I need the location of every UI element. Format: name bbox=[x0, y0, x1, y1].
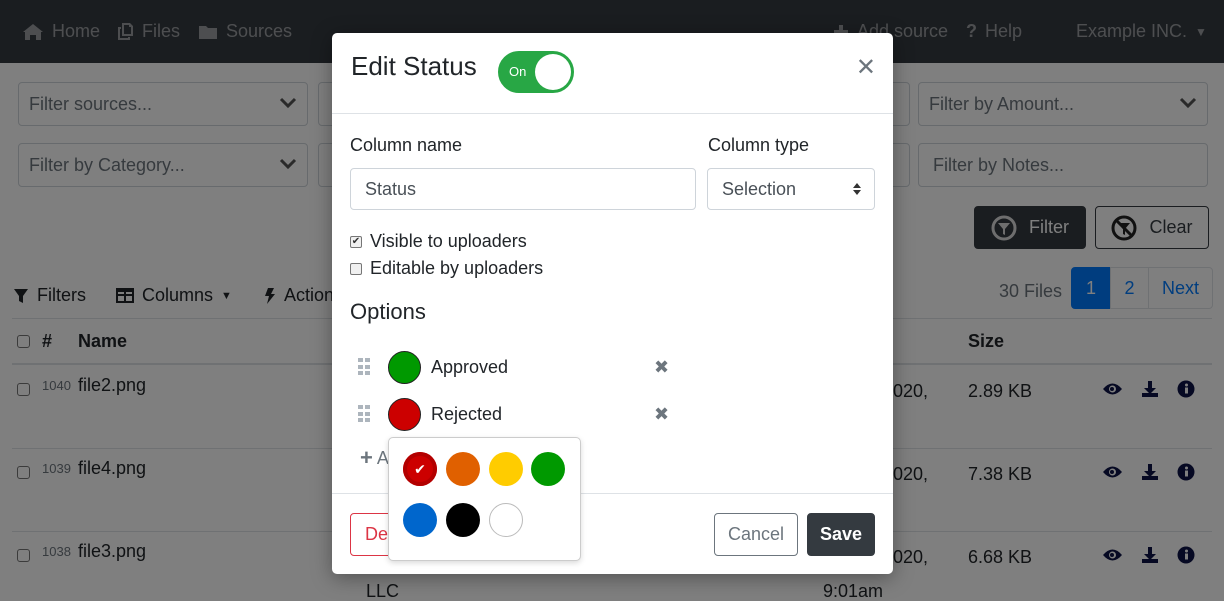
drag-handle-icon[interactable] bbox=[358, 358, 372, 376]
close-icon[interactable]: ✕ bbox=[856, 53, 876, 82]
remove-option-icon[interactable]: ✖ bbox=[654, 404, 669, 425]
option-label[interactable]: Rejected bbox=[431, 404, 502, 425]
editable-by-uploaders-checkbox[interactable]: Editable by uploaders bbox=[350, 258, 543, 279]
check-icon: ✔ bbox=[414, 460, 426, 477]
option-row: Rejected ✖ bbox=[358, 397, 678, 431]
color-option-red[interactable]: ✔ bbox=[403, 452, 437, 486]
visible-to-uploaders-checkbox[interactable]: ✔ Visible to uploaders bbox=[350, 231, 527, 252]
column-name-input[interactable]: Status bbox=[350, 168, 696, 210]
checkbox-checked[interactable]: ✔ bbox=[350, 235, 362, 248]
status-toggle-label: On bbox=[509, 64, 527, 79]
select-arrows-icon bbox=[853, 183, 861, 195]
column-name-label: Column name bbox=[350, 135, 463, 155]
column-type-label: Column type bbox=[708, 135, 810, 155]
cancel-button[interactable]: Cancel bbox=[714, 513, 798, 556]
color-picker-popover: ✔ bbox=[388, 437, 581, 561]
color-option-orange[interactable] bbox=[446, 452, 480, 486]
color-option-white[interactable] bbox=[489, 503, 523, 537]
drag-handle-icon[interactable] bbox=[358, 405, 372, 423]
remove-option-icon[interactable]: ✖ bbox=[654, 357, 669, 378]
color-option-blue[interactable] bbox=[403, 503, 437, 537]
modal-header: Edit Status On ✕ bbox=[332, 33, 893, 114]
plus-icon: + bbox=[360, 445, 373, 470]
color-option-green[interactable] bbox=[531, 452, 565, 486]
editable-label: Editable by uploaders bbox=[370, 258, 544, 278]
save-button[interactable]: Save bbox=[807, 513, 875, 556]
options-heading: Options bbox=[350, 299, 426, 324]
option-color-swatch[interactable] bbox=[388, 350, 421, 384]
color-option-yellow[interactable] bbox=[489, 452, 523, 486]
column-name-value: Status bbox=[365, 178, 417, 199]
option-row: Approved ✖ bbox=[358, 350, 678, 384]
status-toggle[interactable]: On bbox=[498, 51, 574, 93]
option-color-swatch[interactable] bbox=[388, 397, 421, 431]
toggle-knob bbox=[535, 54, 571, 90]
column-type-value: Selection bbox=[722, 178, 797, 199]
column-type-select[interactable]: Selection bbox=[707, 168, 875, 210]
option-label[interactable]: Approved bbox=[431, 357, 508, 378]
modal-title: Edit Status bbox=[351, 51, 477, 81]
checkbox-unchecked[interactable] bbox=[350, 262, 362, 275]
color-option-black[interactable] bbox=[446, 503, 480, 537]
visible-label: Visible to uploaders bbox=[370, 231, 527, 251]
